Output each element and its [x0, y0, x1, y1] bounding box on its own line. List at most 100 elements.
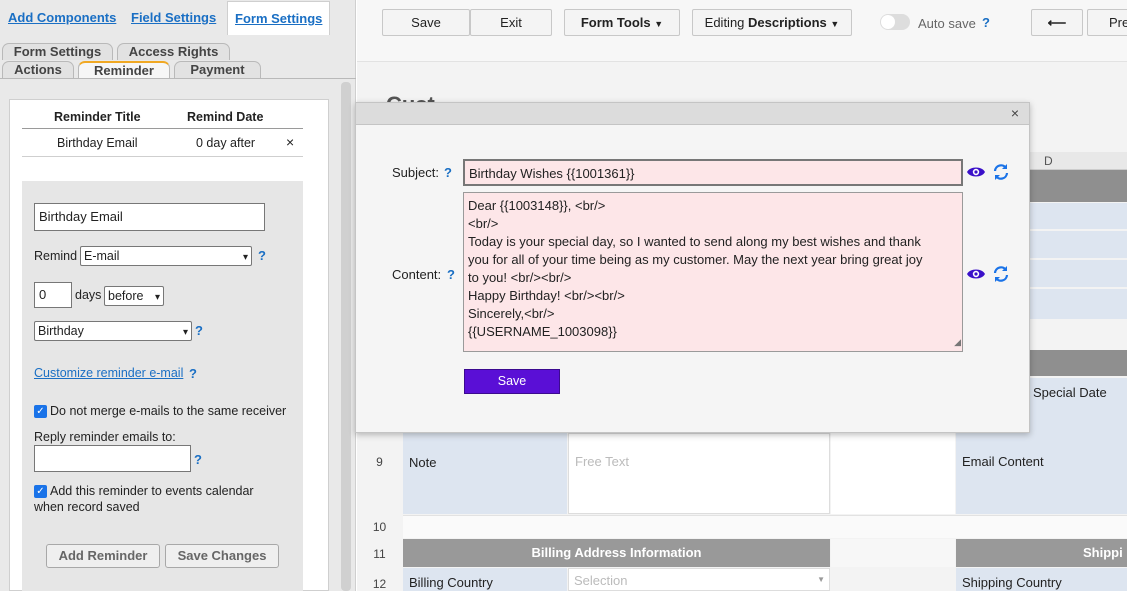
content-refresh-icon[interactable] [992, 265, 1010, 283]
content-line: you for all of your time being as my cus… [468, 252, 923, 267]
dialog-save-button[interactable]: Save [464, 369, 560, 394]
content-textarea[interactable]: Dear {{1003148}}, <br/> <br/> Today is y… [463, 192, 963, 352]
subject-refresh-icon[interactable] [992, 163, 1010, 181]
content-preview-eye-icon[interactable] [966, 267, 986, 281]
form-tools-label: Form Tools [580, 15, 651, 30]
auto-save-help-icon[interactable]: ? [982, 15, 990, 30]
content-line: Happy Birthday! <br/><br/> [468, 288, 625, 303]
toolbar-exit-button[interactable]: Exit [470, 9, 552, 36]
subtab-form-settings[interactable]: Form Settings [2, 43, 113, 60]
preview-button[interactable]: Pre [1087, 9, 1127, 36]
content-line: Dear {{1003148}}, <br/> [468, 198, 606, 213]
auto-save-toggle[interactable] [880, 14, 910, 30]
note-cell[interactable]: Note [403, 433, 567, 514]
subtab-reminder[interactable]: Reminder [78, 61, 170, 78]
selection-placeholder: Selection [574, 573, 628, 588]
subject-help-icon[interactable]: ? [444, 165, 452, 180]
subtab-actions[interactable]: Actions [2, 61, 74, 78]
billing-country-select[interactable]: Selection ▼ [568, 568, 830, 591]
cell-right-1[interactable] [1030, 203, 1127, 229]
form-tools-menu[interactable]: Form Tools ▼ [564, 9, 680, 36]
subtab-payment[interactable]: Payment [174, 61, 261, 78]
column-d-label: D [1044, 154, 1053, 168]
toolbar-save-button[interactable]: Save [382, 9, 470, 36]
close-icon[interactable]: × [1011, 105, 1019, 121]
cell-right-4[interactable] [1030, 289, 1127, 319]
content-label: Content: [392, 267, 442, 282]
editing-value: Descriptions [748, 15, 827, 30]
reminder-row-date: 0 day after [196, 136, 256, 150]
days-input[interactable]: 0 [34, 282, 72, 308]
reminder-title-input[interactable]: Birthday Email [34, 203, 265, 231]
content-line: Today is your special day, so I wanted t… [468, 234, 921, 249]
before-after-value: before [108, 289, 144, 303]
customize-help-icon[interactable]: ? [189, 366, 197, 381]
billing-address-header: Billing Address Information [403, 539, 830, 567]
row-gutter [357, 433, 402, 515]
row-11-gap [831, 539, 955, 567]
column-header-d: D [1030, 152, 1127, 170]
free-text-field[interactable]: Free Text [568, 433, 830, 514]
calendar-label-line1: Add this reminder to events calendar [50, 484, 254, 498]
content-help-icon[interactable]: ? [447, 267, 455, 282]
row-10 [403, 515, 1127, 538]
row-number-12: 12 [372, 577, 387, 591]
back-arrow-button[interactable]: ⟵ [1031, 9, 1083, 36]
toggle-knob [881, 15, 895, 29]
tab-field-settings[interactable]: Field Settings [124, 0, 223, 35]
remove-reminder-icon[interactable]: × [286, 134, 294, 150]
special-date-label: Special Date [1033, 385, 1107, 400]
tab-form-settings[interactable]: Form Settings [227, 1, 331, 35]
row-number-11: 11 [373, 547, 386, 561]
date-field-help-icon[interactable]: ? [195, 323, 203, 338]
remind-help-icon[interactable]: ? [258, 248, 266, 263]
chevron-down-icon: ▼ [817, 575, 825, 584]
tab-add-components[interactable]: Add Components [1, 0, 123, 35]
customize-reminder-email-link[interactable]: Customize reminder e-mail [34, 366, 183, 380]
panel-scrollbar[interactable] [341, 82, 351, 591]
save-changes-button[interactable]: Save Changes [165, 544, 279, 568]
calendar-label-line2: when record saved [34, 500, 140, 514]
editing-prefix: Editing [704, 15, 745, 30]
dialog-titlebar: × [356, 103, 1029, 125]
days-label: days [75, 288, 102, 302]
section-header-right-2 [1030, 350, 1127, 376]
no-merge-label: Do not merge e-mails to the same receive… [50, 404, 287, 418]
subtab-divider [0, 78, 356, 79]
billing-country-label: Billing Country [409, 575, 493, 590]
subject-preview-eye-icon[interactable] [966, 165, 986, 179]
editing-mode-menu[interactable]: Editing Descriptions ▼ [692, 9, 852, 36]
table-row-divider [22, 156, 303, 157]
reminder-title-header: Reminder Title [54, 110, 141, 124]
subject-label: Subject: [392, 165, 439, 180]
content-line: {{USERNAME_1003098}} [468, 324, 617, 339]
remind-type-select[interactable]: E-mail ▾ [80, 246, 252, 266]
before-after-select[interactable]: before ▾ [104, 286, 164, 306]
shipping-country-cell[interactable]: Shipping Country [956, 568, 1127, 591]
subtab-access-rights[interactable]: Access Rights [117, 43, 230, 60]
cell-right-3[interactable] [1030, 260, 1127, 287]
content-line: to you! <br/><br/> [468, 270, 572, 285]
date-field-select[interactable]: Birthday ▾ [34, 321, 192, 341]
subject-input[interactable]: Birthday Wishes {{1001361}} [463, 159, 963, 186]
billing-country-cell[interactable]: Billing Country [403, 568, 567, 591]
app: Add Components Field Settings Form Setti… [0, 0, 1127, 591]
cell-right-2[interactable] [1030, 231, 1127, 258]
resize-handle-icon[interactable]: ◢ [954, 333, 961, 351]
content-line: Sincerely,<br/> [468, 306, 555, 321]
reply-label: Reply reminder emails to: [34, 430, 176, 444]
calendar-checkbox[interactable]: ✓ [34, 485, 47, 498]
reminder-row-title[interactable]: Birthday Email [57, 136, 138, 150]
content-line: <br/> [468, 216, 499, 231]
caret-down-icon: ▼ [830, 19, 840, 29]
no-merge-checkbox[interactable]: ✓ [34, 405, 47, 418]
reminder-form [22, 181, 303, 591]
remind-date-header: Remind Date [187, 110, 264, 124]
chevron-down-icon: ▾ [154, 292, 160, 303]
reply-email-input[interactable] [34, 445, 191, 472]
reply-help-icon[interactable]: ? [194, 452, 202, 467]
left-settings-panel: Add Components Field Settings Form Setti… [0, 0, 356, 591]
table-header-divider [22, 128, 303, 129]
empty-cell[interactable] [831, 433, 955, 514]
add-reminder-button[interactable]: Add Reminder [46, 544, 160, 568]
